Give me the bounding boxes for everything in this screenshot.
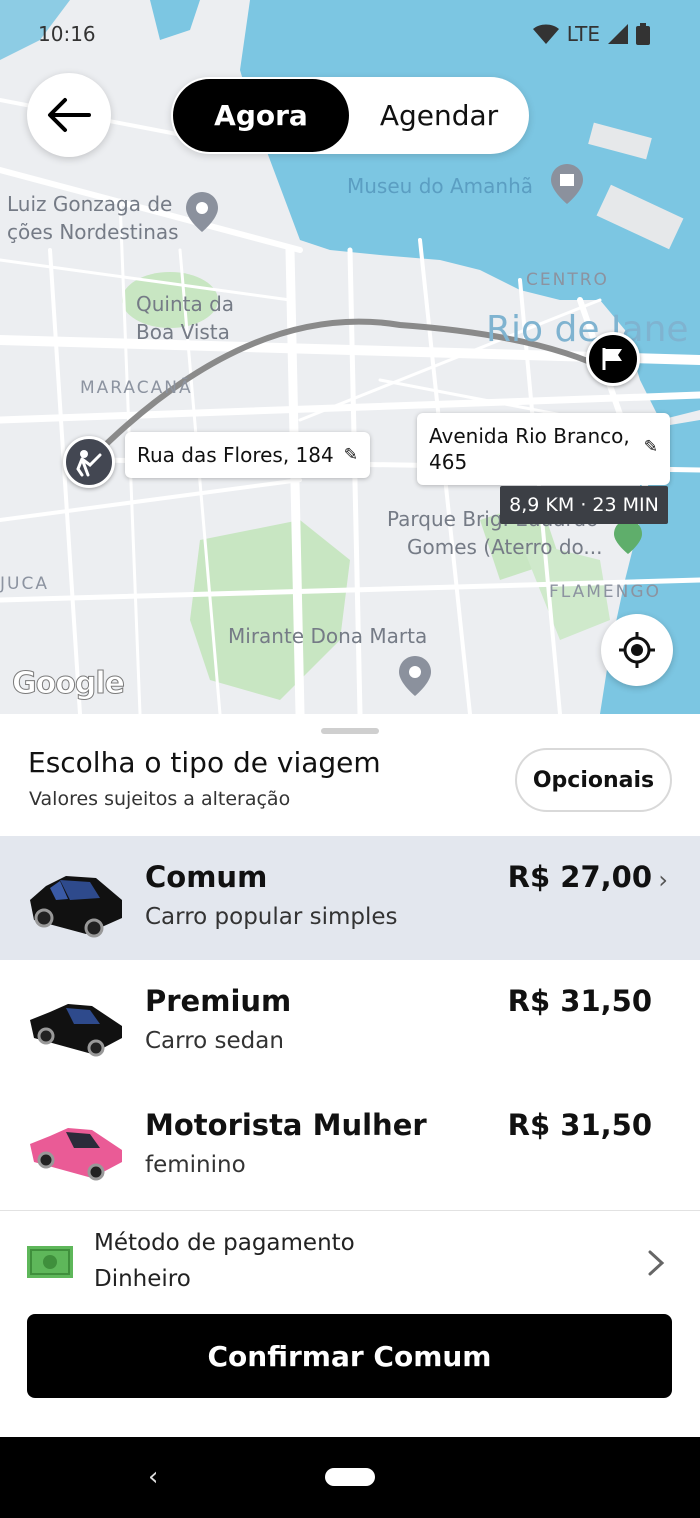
- ride-name: Premium: [145, 984, 292, 1018]
- car-icon: [30, 876, 122, 938]
- status-time: 10:16: [38, 22, 96, 46]
- payment-label: Método de pagamento: [94, 1230, 355, 1256]
- origin-address: Rua das Flores, 184: [137, 443, 334, 467]
- map-label-quinta: Quinta da: [136, 292, 235, 316]
- tab-agora[interactable]: Agora: [173, 79, 349, 152]
- wifi-icon: [532, 24, 559, 44]
- ride-name: Comum: [145, 860, 268, 894]
- car-icon: [30, 1004, 122, 1057]
- network-type: LTE: [566, 22, 600, 46]
- options-button[interactable]: Opcionais: [515, 748, 672, 812]
- map-label-flamengo: FLAMENGO: [549, 582, 661, 602]
- person-waving-icon: [76, 450, 102, 477]
- map-label-quinta-2: Boa Vista: [136, 320, 230, 344]
- google-logo: Google: [12, 666, 126, 702]
- back-button[interactable]: [27, 73, 111, 157]
- map-label-maracana: MARACANÃ: [80, 378, 193, 398]
- map-label-parque-2: Gomes (Aterro do...: [407, 535, 603, 559]
- ride-desc: Carro sedan: [145, 1028, 284, 1054]
- chevron-right-icon: [648, 1250, 665, 1276]
- ride-price: R$ 31,50: [507, 1108, 652, 1142]
- car-icon: [30, 1128, 122, 1181]
- map-label-museu: Museu do Amanhã: [347, 174, 534, 198]
- nav-back-icon[interactable]: ‹: [148, 1462, 158, 1492]
- map-label-gonzaga-2: ções Nordestinas: [7, 220, 179, 244]
- origin-chip[interactable]: Rua das Flores, 184 ✎: [125, 432, 370, 478]
- edit-pencil-icon: ✎: [343, 445, 358, 465]
- park-pin-icon: [614, 520, 642, 554]
- destination-address-line1: Avenida Rio Branco,: [429, 424, 630, 448]
- chevron-right-icon: ›: [658, 866, 668, 894]
- map[interactable]: Museu do Amanhã Luiz Gonzaga de ções Nor…: [0, 0, 700, 714]
- destination-chip[interactable]: Avenida Rio Branco, 465 ✎: [417, 413, 670, 485]
- crosshair-icon: [619, 632, 655, 668]
- nav-home-pill[interactable]: [325, 1468, 375, 1486]
- ride-option-premium[interactable]: Premium Carro sedan R$ 31,50: [0, 960, 700, 1084]
- map-label-juca: JUCA: [0, 574, 49, 594]
- destination-address-line2: 465: [429, 450, 468, 474]
- destination-marker: [586, 332, 640, 386]
- signal-icon: [608, 24, 628, 44]
- sheet-drag-handle[interactable]: [321, 728, 379, 734]
- edit-pencil-icon-2: ✎: [643, 437, 658, 457]
- ride-option-comum[interactable]: Comum Carro popular simples R$ 27,00 ›: [0, 836, 700, 960]
- camera-pin-icon-2: [399, 656, 431, 696]
- eta-badge: 8,9 KM · 23 MIN: [500, 486, 668, 524]
- my-location-button[interactable]: [601, 614, 673, 686]
- arrow-left-icon: [48, 98, 91, 132]
- sheet-title: Escolha o tipo de viagem: [28, 746, 381, 779]
- museum-pin-icon: [551, 164, 583, 204]
- battery-icon: [636, 23, 650, 45]
- map-label-rio: Rio de Jane: [486, 309, 689, 350]
- origin-marker: [63, 436, 115, 488]
- ride-name: Motorista Mulher: [145, 1108, 427, 1142]
- map-label-gonzaga: Luiz Gonzaga de: [7, 192, 173, 216]
- ride-desc: Carro popular simples: [145, 904, 398, 930]
- sheet-subtitle: Valores sujeitos a alteração: [29, 788, 291, 810]
- ride-price: R$ 31,50: [507, 984, 652, 1018]
- confirm-button[interactable]: Confirmar Comum: [27, 1314, 672, 1398]
- status-bar: 10:16 LTE: [38, 20, 650, 52]
- map-label-centro: CENTRO: [526, 270, 609, 290]
- ride-desc: feminino: [145, 1152, 246, 1178]
- camera-pin-icon: [186, 192, 218, 232]
- mode-toggle: Agora Agendar: [171, 77, 529, 154]
- ride-option-motorista-mulher[interactable]: Motorista Mulher feminino R$ 31,50: [0, 1084, 700, 1208]
- divider: [0, 1210, 700, 1211]
- ride-price: R$ 27,00: [507, 860, 652, 894]
- map-label-mirante: Mirante Dona Marta: [228, 624, 428, 648]
- tab-agendar[interactable]: Agendar: [351, 79, 527, 152]
- payment-value: Dinheiro: [94, 1266, 191, 1292]
- cash-icon: [27, 1246, 73, 1278]
- flag-icon: [602, 348, 622, 370]
